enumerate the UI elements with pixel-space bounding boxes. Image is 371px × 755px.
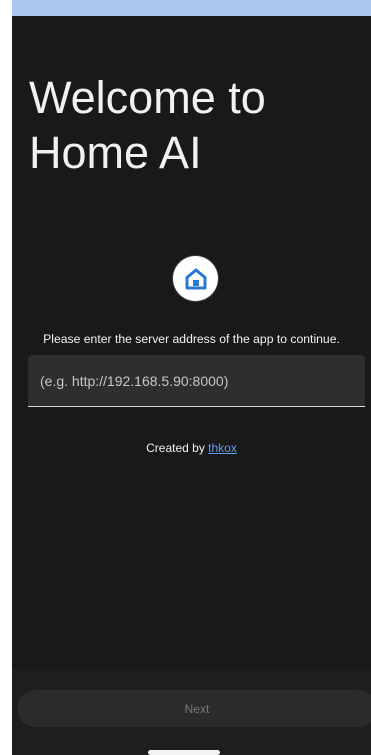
bottom-action-bar: Next <box>12 669 371 755</box>
server-address-prompt: Please enter the server address of the a… <box>43 332 340 346</box>
credit-prefix: Created by <box>146 441 205 455</box>
creator-credit: Created by thkox <box>12 441 371 456</box>
status-bar <box>12 0 371 16</box>
home-icon <box>185 268 206 289</box>
next-button[interactable]: Next <box>17 690 371 727</box>
home-ai-logo <box>173 256 218 301</box>
server-address-input[interactable] <box>28 355 365 407</box>
welcome-title: Welcome to Home AI <box>29 70 359 180</box>
welcome-title-line-1: Welcome to <box>29 72 266 123</box>
creator-link[interactable]: thkox <box>208 441 237 455</box>
gesture-home-indicator[interactable] <box>148 750 220 755</box>
welcome-screen: Welcome to Home AI Please enter the serv… <box>0 0 371 755</box>
app-window: Welcome to Home AI Please enter the serv… <box>12 0 371 755</box>
welcome-title-line-2: Home AI <box>29 127 202 178</box>
